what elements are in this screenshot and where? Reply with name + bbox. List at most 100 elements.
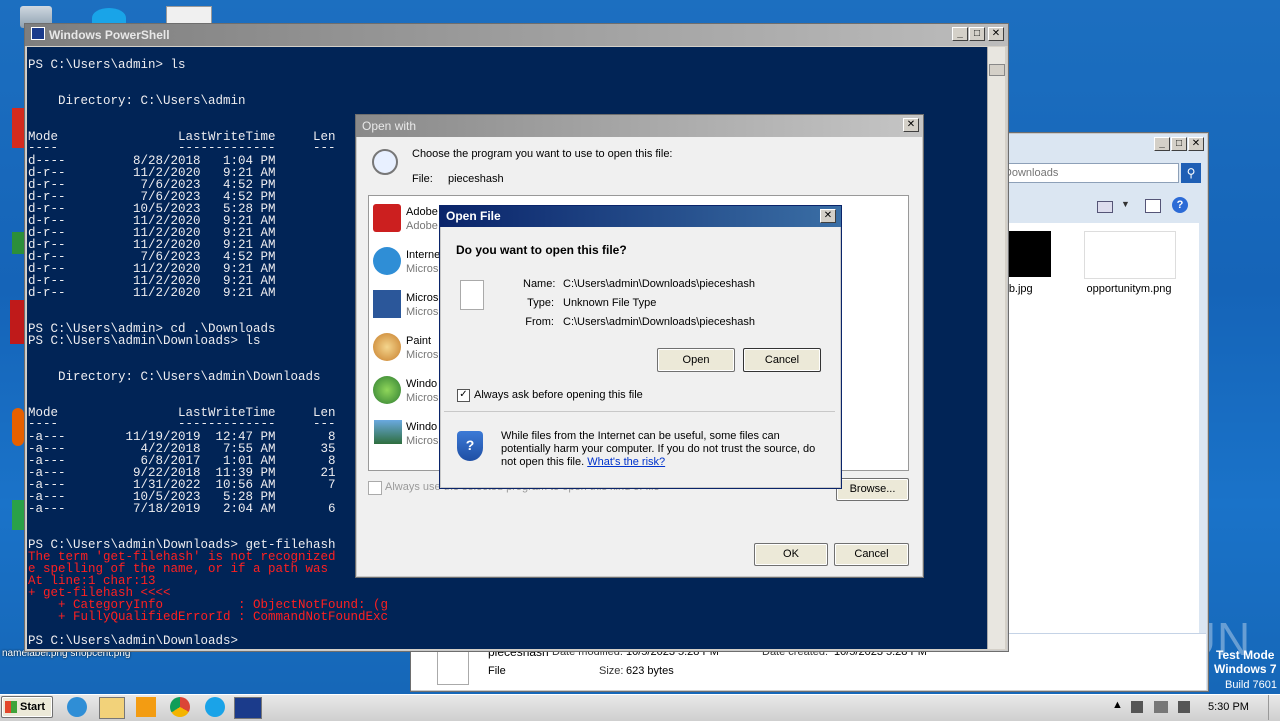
console-line: PS C:\Users\admin\Downloads>	[28, 634, 239, 648]
shield-icon: ?	[457, 431, 483, 461]
open-with-titlebar[interactable]: Open with	[356, 115, 923, 137]
open-file-dialog: Open File ✕ Do you want to open this fil…	[439, 205, 842, 489]
open-button[interactable]: Open	[657, 348, 735, 372]
from-label: From:	[525, 316, 554, 328]
browse-button[interactable]: Browse...	[836, 478, 909, 501]
powershell-icon	[31, 27, 45, 40]
test-mode-line2: Windows 7	[1214, 662, 1277, 676]
media-player-icon[interactable]	[136, 697, 156, 717]
search-icon[interactable]: ⚲	[1181, 163, 1201, 183]
start-button[interactable]: Start	[1, 696, 53, 718]
always-ask-label: Always ask before opening this file	[474, 389, 643, 401]
program-publisher: Micros	[406, 306, 439, 318]
scroll-thumb[interactable]	[989, 64, 1005, 76]
chrome-icon[interactable]	[12, 232, 24, 254]
close-button[interactable]: ✕	[903, 118, 919, 132]
app-icon[interactable]	[12, 500, 24, 530]
minimize-button[interactable]: _	[952, 27, 968, 41]
console-error-line: + FullyQualifiedErrorId : CommandNotFoun…	[28, 610, 389, 624]
file-label[interactable]: opportunitym.png	[1077, 283, 1181, 295]
console-line: Directory: C:\Users\admin	[28, 94, 246, 108]
program-publisher: Micros	[406, 392, 439, 404]
cancel-button[interactable]: Cancel	[743, 348, 821, 372]
test-mode-line1: Test Mode	[1216, 648, 1275, 662]
scrollbar[interactable]	[987, 47, 1005, 649]
powershell-title: Windows PowerShell	[49, 28, 170, 42]
program-publisher: Micros	[406, 263, 439, 275]
explorer-folder-icon[interactable]	[99, 697, 125, 719]
console-line: ---- ------------- ---	[28, 141, 336, 155]
start-label: Start	[20, 701, 46, 713]
chrome-icon[interactable]	[170, 697, 190, 717]
name-value: C:\Users\admin\Downloads\pieceshash	[563, 278, 755, 290]
maximize-button[interactable]: □	[1171, 137, 1187, 151]
console-line: Directory: C:\Users\admin\Downloads	[28, 370, 321, 384]
ok-button[interactable]: OK	[754, 543, 828, 566]
chevron-down-icon[interactable]: ▼	[1121, 199, 1130, 209]
cancel-button[interactable]: Cancel	[834, 543, 909, 566]
always-use-checkbox[interactable]	[368, 481, 382, 495]
from-value: C:\Users\admin\Downloads\pieceshash	[563, 316, 755, 328]
console-line: d-r-- 11/2/2020 9:21 AM	[28, 286, 276, 300]
taskbar	[0, 694, 1280, 721]
type-value: Unknown File Type	[563, 297, 657, 309]
open-file-titlebar[interactable]: Open File	[440, 206, 841, 227]
file-thumb[interactable]	[1084, 231, 1176, 279]
help-icon[interactable]: ?	[1172, 197, 1188, 213]
divider	[444, 411, 835, 412]
program-name[interactable]: Paint	[406, 335, 431, 347]
acrobat-icon[interactable]	[12, 108, 24, 148]
tray-arrow-icon[interactable]: ▲	[1112, 699, 1123, 711]
console-line: PS C:\Users\admin> ls	[28, 58, 186, 72]
program-name[interactable]: Windo	[406, 378, 437, 390]
file-label: File:	[412, 173, 433, 185]
minimize-button[interactable]: _	[1154, 137, 1170, 151]
word-icon	[373, 290, 401, 318]
paint-icon	[373, 333, 401, 361]
size-label: Size:	[599, 665, 624, 677]
magnifier-icon	[372, 149, 398, 175]
show-desktop-button[interactable]	[1268, 695, 1280, 720]
blank-file-icon	[460, 280, 484, 310]
close-button[interactable]: ✕	[1188, 137, 1204, 151]
open-with-prompt: Choose the program you want to use to op…	[412, 148, 673, 160]
maximize-button[interactable]: □	[969, 27, 985, 41]
program-publisher: Micros	[406, 435, 439, 447]
size-value: 623 bytes	[626, 665, 674, 677]
internet-explorer-icon[interactable]	[67, 697, 87, 717]
file-name: pieceshash	[448, 173, 504, 185]
program-name[interactable]: Micros	[406, 292, 438, 304]
internet-explorer-icon	[373, 247, 401, 275]
clock[interactable]: 5:30 PM	[1208, 701, 1249, 713]
close-button[interactable]: ✕	[820, 209, 836, 223]
console-line: -a--- 7/18/2019 2:04 AM 6	[28, 502, 336, 516]
program-publisher: Micros	[406, 349, 439, 361]
powershell-titlebar[interactable]: Windows PowerShell	[25, 24, 1008, 46]
name-label: Name:	[523, 278, 556, 290]
open-with-title: Open with	[362, 119, 417, 133]
program-name[interactable]: Adobe	[406, 206, 438, 218]
program-publisher: Adobe	[406, 220, 438, 232]
filezilla-icon[interactable]	[10, 300, 24, 344]
risk-link[interactable]: What's the risk?	[587, 456, 665, 468]
volume-icon[interactable]	[1178, 701, 1190, 713]
edge-icon[interactable]	[205, 697, 225, 717]
program-name[interactable]: Windo	[406, 421, 437, 433]
network-icon[interactable]	[1154, 701, 1168, 713]
warning-text: While files from the Internet can be use…	[501, 430, 826, 469]
windows-logo-icon	[5, 701, 17, 713]
adobe-icon	[373, 204, 401, 232]
flag-icon[interactable]	[1131, 701, 1143, 713]
close-button[interactable]: ✕	[988, 27, 1004, 41]
console-line: ---- ------------- ---	[28, 417, 336, 431]
test-mode-line3: Build 7601	[1225, 679, 1277, 691]
always-ask-checkbox[interactable]: ✓	[457, 389, 470, 402]
firefox-icon[interactable]	[12, 408, 24, 446]
open-file-title: Open File	[446, 209, 501, 223]
open-file-question: Do you want to open this file?	[456, 243, 627, 257]
program-name[interactable]: Interne	[406, 249, 440, 261]
preview-pane-icon[interactable]	[1145, 199, 1161, 213]
details-type: File	[488, 665, 506, 677]
powershell-taskbar-icon[interactable]	[234, 697, 262, 719]
view-options-icon[interactable]	[1097, 201, 1113, 213]
